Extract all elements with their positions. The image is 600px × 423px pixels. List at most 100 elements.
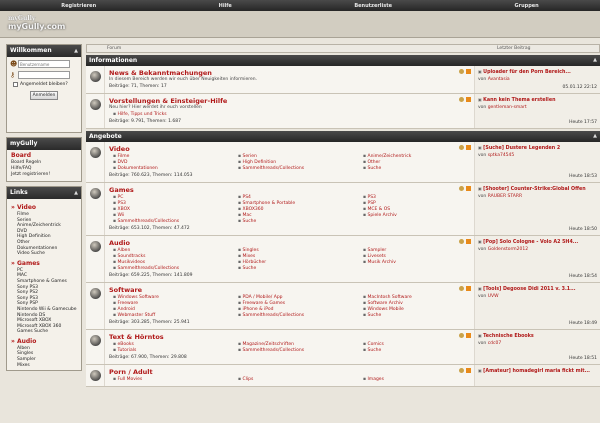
rss-icon[interactable] [466,368,471,373]
links-box: Links ▲ » Video Filme Serien Anime/Zeichent… [6,186,82,372]
subforum-link[interactable]: Suche [363,313,473,319]
subforum-link[interactable]: Musik Archiv [363,260,473,266]
welcome-box-header[interactable]: Willkommen ▲ [7,45,81,57]
subforum-link[interactable]: Dokumentationen [113,166,238,172]
last-post-author-link[interactable]: Avantasia [488,77,510,82]
subforum-link[interactable]: Sammelthreads/Collections [238,166,363,172]
subscribe-icon[interactable] [459,286,464,291]
links-subitem[interactable]: Games Suche [11,329,77,335]
last-post-title[interactable]: [Pop] Solo Cologne - Volo A2 5H4... [478,239,597,245]
forum-row: News & Bekanntmachungen In diesem Bereich… [86,66,600,94]
forum-body: GamesPCPS4PS3PS3Smartphone & PortablePSP… [104,183,474,235]
checkbox-box[interactable] [13,82,18,87]
username-input[interactable] [18,60,70,68]
forum-action-icons [459,186,471,191]
last-post-title[interactable]: [Suche] Dustere Legenden 2 [478,145,597,151]
last-post-title[interactable]: Kann kein Thema erstellen [478,97,597,103]
last-post-title[interactable]: [Amateur] homadegirl maria fickt mit... [478,368,597,374]
topnav-link[interactable]: Gruppen [515,3,539,9]
rss-icon[interactable] [466,145,471,150]
last-post-author: von Goldenstorm2012 [478,247,529,252]
section-header[interactable]: Informationen ▲ [86,55,600,66]
forum-title[interactable]: Video [109,145,470,153]
subforum-link[interactable]: Full Movies [113,377,238,383]
rss-icon[interactable] [466,239,471,244]
last-post-title[interactable]: Technische Ebooks [478,333,597,339]
subscribe-icon[interactable] [459,186,464,191]
subforum-link[interactable]: Suche [238,266,363,272]
subforum-link[interactable]: Webmaster Stuff [113,313,238,319]
site-header: myGully myGully.com [0,11,600,38]
login-button[interactable]: Anmelden [30,91,58,100]
forum-title[interactable]: Games [109,186,470,194]
section-title: Informationen [89,57,138,64]
register-now-link[interactable]: Jetzt registrieren! [11,172,77,178]
subforum-link[interactable]: Sammelthreads/Collections [238,348,363,354]
forum-title[interactable]: Software [109,286,470,294]
last-post-author-link[interactable]: sptka74545 [488,153,515,158]
forum-body: Vorstellungen & Einsteiger-Hilfe Neu hier… [104,94,474,128]
rss-icon[interactable] [466,97,471,102]
subforum-link[interactable]: Suche [363,166,473,172]
subscribe-icon[interactable] [459,239,464,244]
last-post-author-link[interactable]: gentleman-smart [488,105,527,110]
subscribe-icon[interactable] [459,368,464,373]
collapse-icon[interactable]: ▲ [74,187,78,199]
subforum-link[interactable]: Clips [238,377,363,383]
forum-status [86,365,104,386]
subscribe-icon[interactable] [459,69,464,74]
remember-checkbox[interactable]: Angemeldet bleiben? [13,82,78,87]
subforum-link[interactable]: Sammelthreads/Collections [113,266,238,272]
collapse-icon[interactable]: ▲ [593,131,597,142]
last-post-title[interactable]: [Tools] Degoose Didi 2011 v. 3.1... [478,286,597,292]
forum-ball-icon [89,188,101,199]
subforum-link[interactable]: Spiele Archiv [363,213,473,219]
forum-title[interactable]: Text & Hörntos [109,333,470,341]
subforum-link[interactable]: Suche [238,219,363,225]
subforum-link[interactable]: Sammelthreads/Collections [113,219,238,225]
rss-icon[interactable] [466,186,471,191]
rss-icon[interactable] [466,69,471,74]
subforum-link[interactable]: Suche [363,348,473,354]
rss-icon[interactable] [466,333,471,338]
forum-title[interactable]: News & Bekanntmachungen [109,69,470,77]
links-category[interactable]: » Audio [11,338,77,345]
subscribe-icon[interactable] [459,333,464,338]
topnav-link[interactable]: Benutzerliste [354,3,392,9]
collapse-icon[interactable]: ▲ [74,45,78,57]
last-post-author-link[interactable]: RAUBER STARR [488,194,522,199]
last-post-title[interactable]: Uploader für den Porn Bereich... [478,69,597,75]
links-subitem[interactable]: Nintendo Wii & Gamecube [11,307,77,313]
links-category[interactable]: » Video [11,204,77,211]
links-box-header[interactable]: Links ▲ [7,187,81,199]
subforum-link[interactable]: Sammelthreads/Collections [238,313,363,319]
last-post-author: von cdc07 [478,341,502,346]
subforum-link[interactable]: Hilfe, Tipps und Tricks [113,112,238,118]
topnav-link[interactable]: Hilfe [219,3,232,9]
links-subitem[interactable]: Mixes [11,363,77,369]
forum-action-icons [459,69,471,74]
subforum-link[interactable]: Tutorials [113,348,238,354]
board-heading[interactable]: Board [11,153,77,159]
subscribe-icon[interactable] [459,97,464,102]
last-post-title[interactable]: [Shooter] Counter-Strike:Global Offen [478,186,597,192]
links-category[interactable]: » Games [11,260,77,267]
rss-icon[interactable] [466,286,471,291]
forum-ball-icon [89,370,101,381]
topnav-link[interactable]: Registrieren [61,3,96,9]
subforum-list: Full MoviesClipsImages [109,377,470,383]
last-post-author-link[interactable]: UVW [488,294,499,299]
subforum-link[interactable]: Images [363,377,473,383]
forum-title[interactable]: Porn / Adult [109,368,470,376]
subscribe-icon[interactable] [459,145,464,150]
section-header[interactable]: Angebote ▲ [86,131,600,142]
last-post-author-link[interactable]: cdc07 [488,341,502,346]
collapse-icon[interactable]: ▲ [593,55,597,66]
last-post-author-link[interactable]: Goldenstorm2012 [488,247,528,252]
links-subitem[interactable]: Video Suche [11,251,77,257]
forum-title[interactable]: Audio [109,239,470,247]
site-logo[interactable]: myGully myGully.com [8,15,88,35]
forum-title[interactable]: Vorstellungen & Einsteiger-Hilfe [109,97,470,105]
mygully-box-header[interactable]: myGully [7,138,81,150]
password-input[interactable] [18,71,70,79]
